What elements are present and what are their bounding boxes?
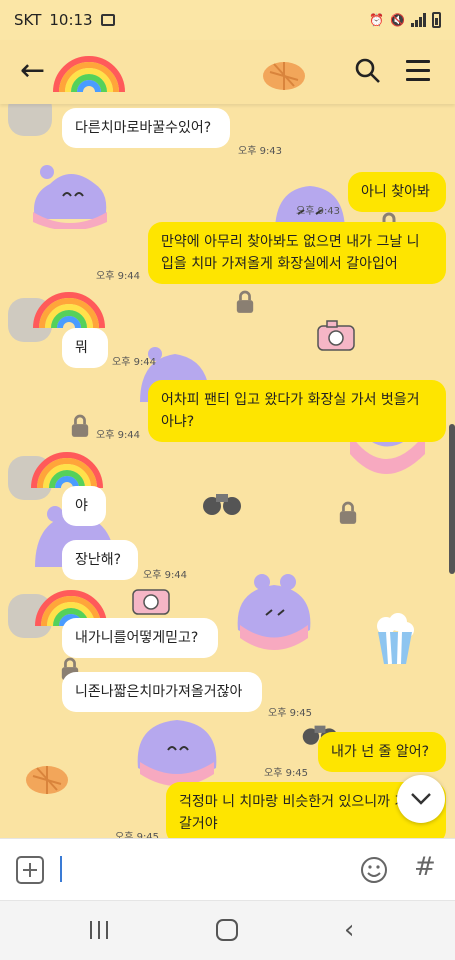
hash-button[interactable]: # <box>414 852 436 882</box>
message-time: 오후 9:44 <box>112 357 157 368</box>
message-bubble-outgoing[interactable]: 만약에 아무리 찾아봐도 없으면 내가 그날 니 입을 치마 가져올게 화장실에… <box>148 222 446 284</box>
message-bubble-incoming[interactable]: 야 <box>62 486 106 526</box>
back-arrow-icon[interactable]: ← <box>20 56 45 86</box>
gallery-notification-icon <box>100 14 115 26</box>
message-time: 오후 9:44 <box>143 570 188 581</box>
message-bubble-outgoing[interactable]: 내가 넌 줄 알어? <box>318 732 446 772</box>
message-bubble-outgoing[interactable]: 어차피 팬티 입고 왔다가 화장실 가서 벗을거 아냐? <box>148 380 446 442</box>
message-time: 오후 9:43 <box>238 146 283 157</box>
chevron-down-icon <box>411 793 431 805</box>
carrier-label: SKT <box>14 11 42 29</box>
lock-icon <box>338 500 358 530</box>
plus-icon[interactable] <box>16 856 44 884</box>
popcorn-icon <box>372 612 418 670</box>
message-bubble-outgoing[interactable]: 아니 찾아봐 <box>348 172 446 212</box>
rainbow-icon <box>50 48 128 100</box>
message-input[interactable] <box>60 856 62 882</box>
menu-icon[interactable] <box>406 60 430 87</box>
rainbow-icon <box>30 284 108 334</box>
emoji-icon[interactable] <box>360 856 388 888</box>
avatar[interactable] <box>8 104 52 136</box>
character-sticker-icon <box>132 712 222 792</box>
character-sticker-icon <box>232 570 316 658</box>
scrollbar[interactable] <box>449 424 455 574</box>
message-time: 오후 9:44 <box>96 271 141 282</box>
message-bubble-incoming[interactable]: 내가니를어떻게믿고? <box>62 618 218 658</box>
camera-icon <box>315 318 357 358</box>
message-bubble-incoming[interactable]: 다른치마로바꿀수있어? <box>62 108 230 148</box>
status-bar: SKT 10:13 ⏰ 🔇 <box>0 0 455 40</box>
signal-icon <box>411 13 426 27</box>
clock: 10:13 <box>49 11 93 29</box>
message-time: 오후 9:45 <box>115 832 160 838</box>
camera-icon <box>130 582 172 622</box>
character-sticker-icon <box>25 154 115 233</box>
message-time: 오후 9:45 <box>268 708 313 719</box>
hat-icon <box>22 756 72 800</box>
battery-icon <box>432 12 441 28</box>
lock-icon <box>235 290 255 318</box>
message-time: 오후 9:43 <box>296 206 341 217</box>
lock-icon <box>70 414 90 442</box>
scroll-to-bottom-button[interactable] <box>397 775 445 823</box>
binoculars-icon <box>200 484 244 522</box>
message-time: 오후 9:45 <box>264 768 309 779</box>
chat-area: 다른치마로바꿀수있어? 오후 9:43 아니 찾아봐 오후 9:43 만약에 아… <box>0 104 455 838</box>
system-back-button[interactable]: ‹ <box>344 915 354 945</box>
message-bubble-incoming[interactable]: 니존나짧은치마가져올거잖아 <box>62 672 262 712</box>
alarm-icon: ⏰ <box>369 13 385 27</box>
system-navigation-bar: ‹ <box>0 900 455 960</box>
search-icon[interactable] <box>355 58 381 88</box>
mute-icon: 🔇 <box>390 13 405 27</box>
message-bubble-incoming[interactable]: 뭐 <box>62 328 108 368</box>
recent-apps-button[interactable] <box>90 921 110 939</box>
chat-header: ← <box>0 40 455 104</box>
hat-icon <box>260 52 308 96</box>
home-button[interactable] <box>216 919 238 941</box>
message-bubble-incoming[interactable]: 장난해? <box>62 540 138 580</box>
message-input-bar: # <box>0 838 455 900</box>
message-time: 오후 9:44 <box>96 430 141 441</box>
